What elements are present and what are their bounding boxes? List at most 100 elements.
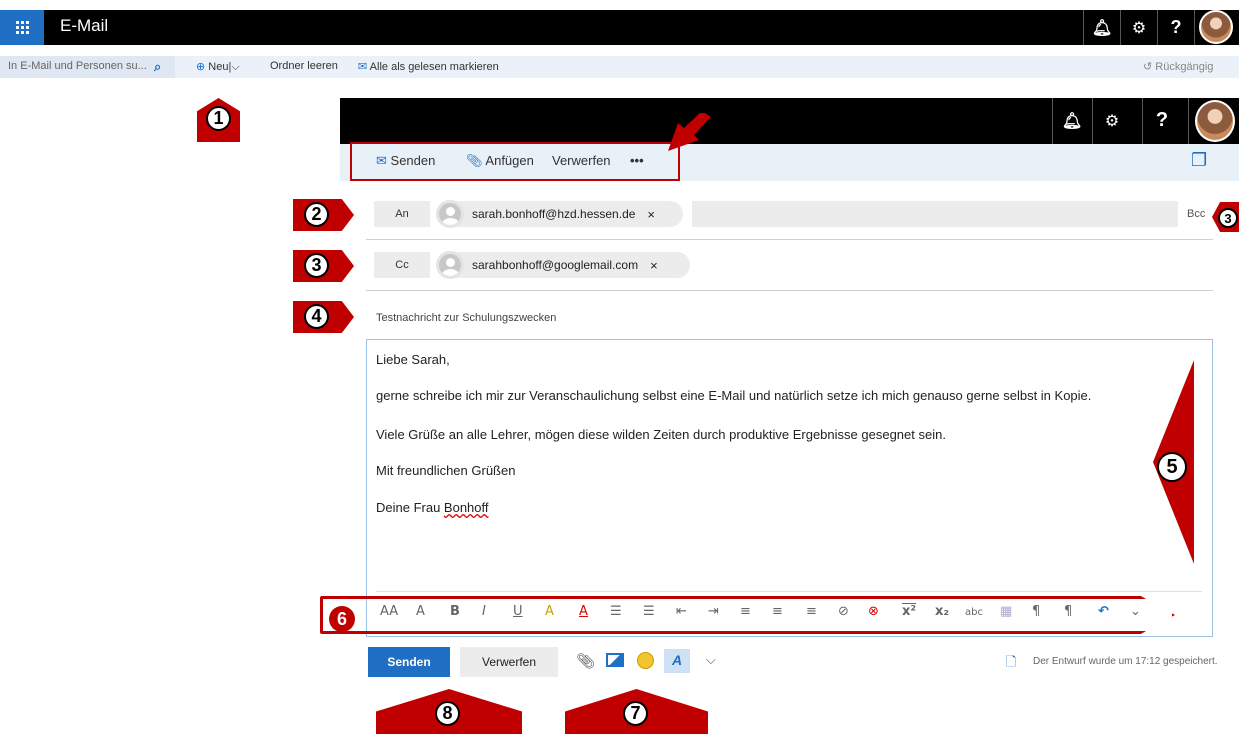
waffle-icon[interactable]	[0, 10, 44, 45]
chevron-down-icon[interactable]: ⌵	[231, 61, 239, 73]
arrow-icon	[668, 113, 711, 151]
ltr-icon[interactable]: ¶	[1032, 604, 1040, 619]
gear-icon[interactable]: ⚙︎	[1094, 103, 1130, 138]
divider	[366, 290, 1213, 291]
person-icon	[436, 251, 464, 279]
body-line-greeting: Liebe Sarah,	[376, 352, 450, 367]
body-line-signature: Deine Frau Bonhoff	[376, 500, 489, 515]
align-left-icon[interactable]: ≡	[740, 604, 751, 619]
undo-icon: ↺	[1143, 61, 1153, 73]
highlight-icon[interactable]: A	[545, 604, 554, 619]
divider	[376, 591, 1202, 592]
align-center-icon[interactable]: ≡	[772, 604, 783, 619]
avatar[interactable]	[1195, 100, 1235, 142]
discard-button[interactable]: Verwerfen	[460, 647, 558, 677]
annotation-number-5: 5	[1157, 452, 1187, 482]
annotation-number-8: 8	[435, 701, 460, 726]
undo-button[interactable]: ↺ Rückgängig	[1143, 60, 1213, 73]
toolbar-highlight-box	[350, 142, 680, 181]
bcc-button[interactable]: Bcc	[1187, 208, 1205, 220]
numbering-icon[interactable]: ☰	[643, 604, 655, 619]
gear-icon[interactable]: ⚙︎	[1121, 10, 1157, 45]
annotation-number-7: 7	[623, 701, 648, 726]
image-icon[interactable]	[606, 653, 624, 667]
decrease-indent-icon[interactable]: ⇤	[676, 604, 687, 619]
subscript-icon[interactable]: x₂	[935, 604, 949, 619]
annotation-number-1: 1	[206, 106, 231, 131]
divider	[1092, 98, 1093, 144]
superscript-icon[interactable]: x²	[902, 604, 916, 619]
search-input[interactable]: In E-Mail und Personen su...	[0, 56, 175, 78]
unlink-icon[interactable]: ⊗	[868, 604, 879, 619]
chevron-down-icon[interactable]: ⌄	[1130, 604, 1141, 619]
annotation-number-6: 6	[330, 607, 354, 631]
strikethrough-icon[interactable]: abc	[965, 607, 983, 618]
annotation-number-3b: 3	[1218, 208, 1238, 228]
cc-recipient-pill[interactable]: sarahbonhoff@googlemail.com ×	[436, 251, 690, 279]
bell-icon[interactable]: 🔔︎	[1084, 10, 1120, 45]
increase-indent-icon[interactable]: ⇥	[708, 604, 719, 619]
rtl-icon[interactable]: ¶	[1064, 604, 1072, 619]
divider	[1142, 98, 1143, 144]
body-line-paragraph-2: Viele Grüße an alle Lehrer, mögen diese …	[376, 427, 946, 442]
to-recipient: sarah.bonhoff@hzd.hessen.de	[472, 207, 636, 221]
mark-all-read-label: Alle als gelesen markieren	[369, 61, 499, 73]
search-placeholder: In E-Mail und Personen su...	[8, 60, 147, 72]
divider	[1194, 10, 1195, 45]
app-header: E-Mail 🔔︎ ⚙︎ ?	[0, 10, 1239, 45]
person-icon	[436, 200, 464, 228]
help-icon[interactable]: ?	[1144, 103, 1180, 138]
format-icon[interactable]: A	[664, 649, 690, 673]
search-icon[interactable]: ⌕	[154, 59, 161, 75]
draft-icon: 🗋︎	[1006, 654, 1017, 669]
annotation-number-4: 4	[304, 304, 329, 329]
message-body-editor[interactable]	[366, 339, 1213, 637]
font-size-icon[interactable]: AA	[380, 604, 398, 619]
annotation-number-2: 2	[304, 202, 329, 227]
chevron-down-icon[interactable]: ⌵	[706, 652, 716, 668]
link-icon[interactable]: ⊘	[838, 604, 849, 619]
to-label[interactable]: An	[374, 201, 430, 227]
signature-name: Bonhoff	[443, 500, 489, 515]
annotation-number-3: 3	[304, 253, 329, 278]
command-bar: In E-Mail und Personen su... ⌕ ⊕ Neu|⌵ O…	[0, 56, 1239, 78]
help-icon[interactable]: ?	[1158, 10, 1194, 45]
envelope-open-icon: ✉︎	[358, 61, 368, 73]
remove-cc-recipient-icon[interactable]: ×	[650, 258, 658, 273]
app-title: E-Mail	[60, 16, 109, 35]
subject-input[interactable]: Testnachricht zur Schulungszwecken	[376, 312, 556, 324]
signature-text: Deine Frau	[376, 500, 444, 515]
remove-to-recipient-icon[interactable]: ×	[647, 207, 655, 222]
emoji-icon[interactable]	[637, 652, 654, 669]
bell-icon[interactable]: 🔔︎	[1054, 103, 1090, 138]
bullets-icon[interactable]: ☰	[610, 604, 622, 619]
font-color-icon[interactable]: A	[579, 604, 588, 619]
to-recipient-pill[interactable]: sarah.bonhoff@hzd.hessen.de ×	[436, 200, 683, 228]
body-line-paragraph-1: gerne schreibe ich mir zur Veranschaulic…	[376, 388, 1092, 403]
avatar[interactable]	[1199, 10, 1233, 44]
cc-recipient: sarahbonhoff@googlemail.com	[472, 258, 639, 272]
grow-font-icon[interactable]: A	[416, 604, 425, 619]
align-right-icon[interactable]: ≡	[806, 604, 817, 619]
new-label: Neu	[208, 61, 229, 73]
plus-circle-icon: ⊕	[196, 61, 206, 73]
underline-icon[interactable]: U	[513, 604, 523, 619]
divider	[1052, 98, 1053, 144]
empty-folder-button[interactable]: Ordner leeren	[270, 60, 338, 72]
divider	[366, 239, 1213, 240]
send-button[interactable]: Senden	[368, 647, 450, 677]
italic-icon[interactable]: I	[482, 604, 486, 619]
body-line-closing: Mit freundlichen Grüßen	[376, 463, 516, 478]
to-input[interactable]	[692, 201, 1178, 227]
undo-icon[interactable]: ↶	[1098, 604, 1109, 619]
divider	[1188, 98, 1189, 144]
popout-icon[interactable]: ❐	[1191, 150, 1207, 171]
draft-status: Der Entwurf wurde um 17:12 gespeichert.	[1033, 656, 1218, 667]
cc-label[interactable]: Cc	[374, 252, 430, 278]
bold-icon[interactable]: B	[450, 604, 460, 619]
new-button[interactable]: ⊕ Neu|⌵	[196, 60, 240, 74]
paperclip-icon[interactable]: 📎︎	[576, 652, 595, 670]
inline-image-icon[interactable]: ▦	[1000, 604, 1012, 619]
mark-all-read-button[interactable]: ✉︎ Alle als gelesen markieren	[358, 60, 499, 73]
compose-header: 🔔︎ ⚙︎ ?	[340, 98, 1239, 144]
